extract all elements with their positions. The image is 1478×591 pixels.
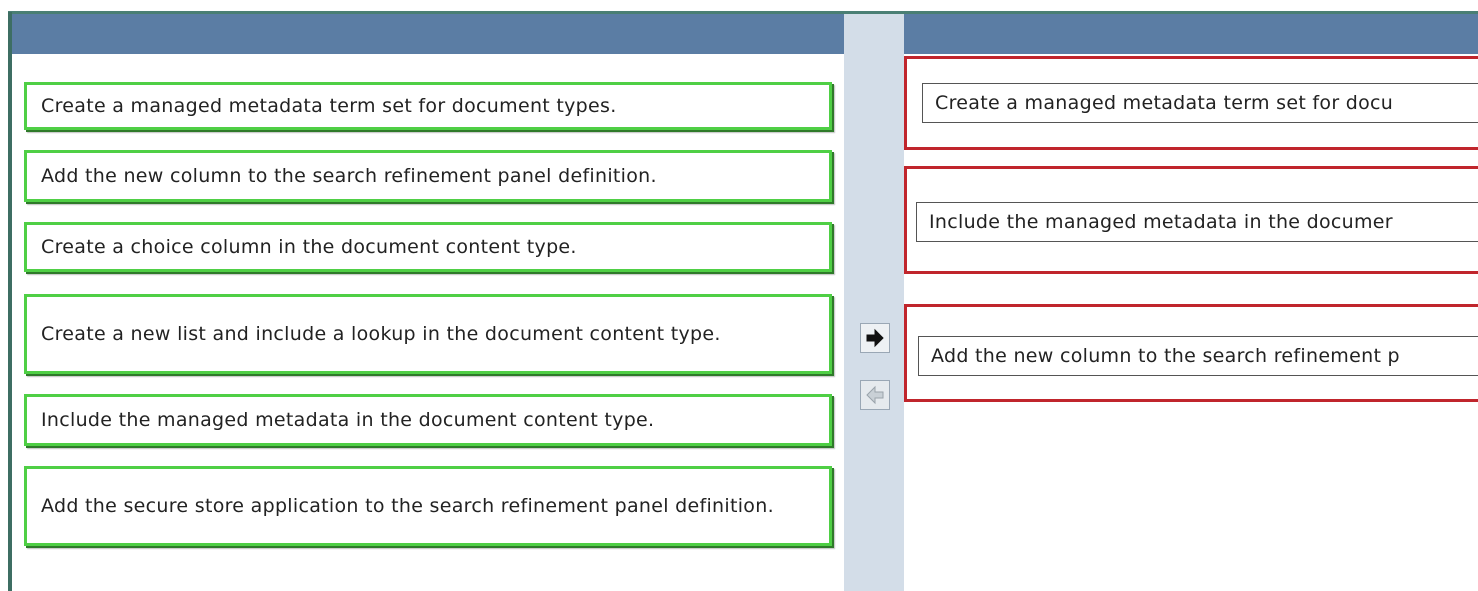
source-item[interactable]: Add the new column to the search refinem…: [24, 150, 832, 202]
answer-item[interactable]: Create a managed metadata term set for d…: [922, 83, 1478, 123]
answer-item-label: Add the new column to the search refinem…: [931, 345, 1400, 367]
source-item-label: Include the managed metadata in the docu…: [41, 409, 655, 431]
source-item-label: Create a new list and include a lookup i…: [41, 323, 721, 345]
source-item-label: Add the secure store application to the …: [41, 495, 774, 517]
arrow-left-icon: [866, 385, 884, 405]
answer-item[interactable]: Include the managed metadata in the docu…: [916, 202, 1478, 242]
source-item[interactable]: Add the secure store application to the …: [24, 466, 832, 546]
answer-item[interactable]: Add the new column to the search refinem…: [918, 336, 1478, 376]
source-panel-header: [12, 14, 844, 54]
answer-item-label: Create a managed metadata term set for d…: [935, 92, 1394, 114]
source-item[interactable]: Include the managed metadata in the docu…: [24, 394, 832, 446]
source-item-label: Create a choice column in the document c…: [41, 236, 577, 258]
move-left-button[interactable]: [860, 380, 890, 410]
source-item-label: Add the new column to the search refinem…: [41, 165, 657, 187]
answer-item-label: Include the managed metadata in the docu…: [929, 211, 1393, 233]
source-item[interactable]: Create a new list and include a lookup i…: [24, 294, 832, 374]
button-column: [844, 14, 904, 591]
arrow-right-icon: [866, 328, 884, 348]
answer-panel-header: [904, 14, 1478, 54]
source-item[interactable]: Create a choice column in the document c…: [24, 222, 832, 272]
source-item[interactable]: Create a managed metadata term set for d…: [24, 82, 832, 130]
move-right-button[interactable]: [860, 323, 890, 353]
source-item-label: Create a managed metadata term set for d…: [41, 95, 617, 117]
